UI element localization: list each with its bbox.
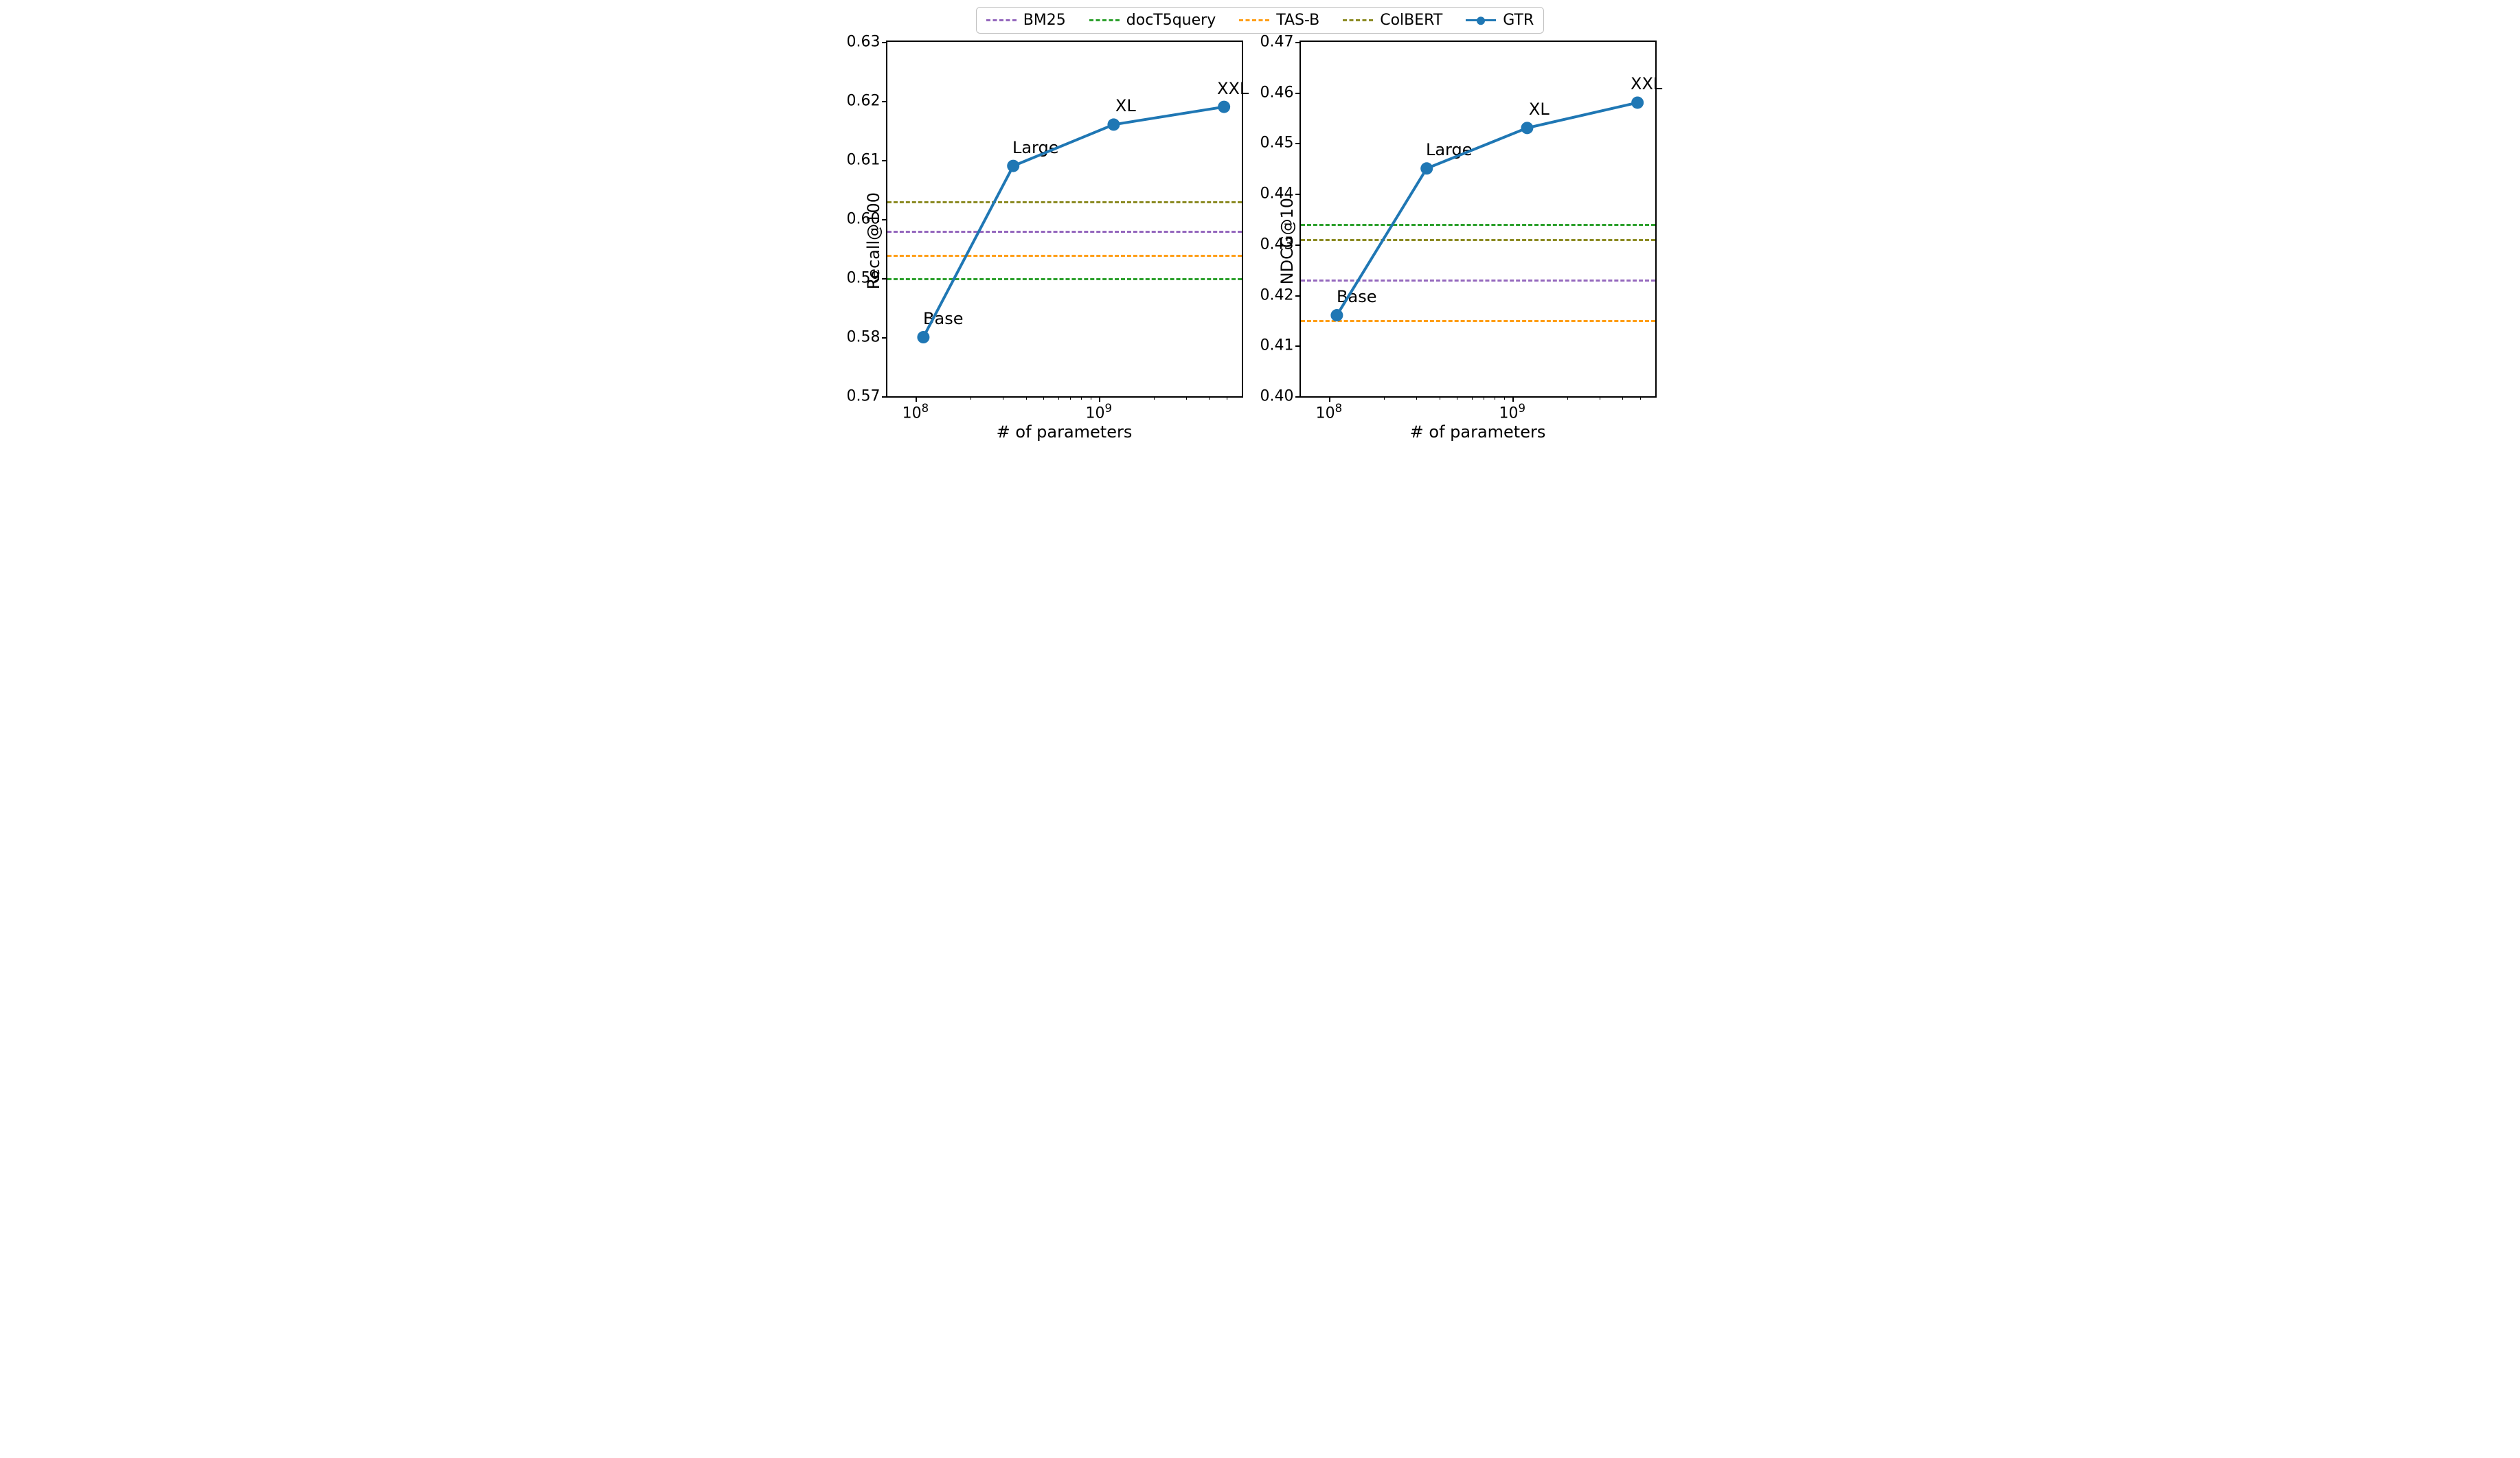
legend-entry: TAS-B bbox=[1239, 12, 1319, 29]
legend-entry: BM25 bbox=[986, 12, 1066, 29]
legend: BM25 docT5query TAS-B ColBERT GTR bbox=[976, 7, 1545, 34]
x-tick-minor bbox=[970, 396, 971, 400]
y-tick-label: 0.43 bbox=[1260, 236, 1294, 253]
y-tick-label: 0.60 bbox=[847, 211, 881, 228]
y-tick bbox=[1295, 42, 1301, 43]
x-tick bbox=[1329, 396, 1330, 402]
y-tick bbox=[882, 219, 887, 220]
x-tick-minor bbox=[1043, 396, 1044, 400]
chart-panel: Recall@1000.570.580.590.600.610.620.6310… bbox=[864, 41, 1243, 442]
legend-label: ColBERT bbox=[1380, 12, 1442, 29]
y-tick-label: 0.57 bbox=[847, 388, 881, 405]
x-tick bbox=[916, 396, 917, 402]
dash-swatch-icon bbox=[1089, 19, 1120, 21]
y-tick bbox=[1295, 345, 1301, 347]
data-point bbox=[1420, 162, 1433, 174]
data-point bbox=[1631, 96, 1644, 109]
x-tick bbox=[1099, 396, 1100, 402]
x-tick-label: 108 bbox=[1316, 402, 1343, 422]
x-tick-label: 108 bbox=[903, 402, 929, 422]
y-tick-label: 0.63 bbox=[847, 34, 881, 51]
legend-entry: ColBERT bbox=[1343, 12, 1442, 29]
y-tick-label: 0.41 bbox=[1260, 337, 1294, 354]
y-tick bbox=[882, 396, 887, 398]
x-tick-label: 109 bbox=[1499, 402, 1526, 422]
y-tick-label: 0.46 bbox=[1260, 84, 1294, 101]
y-tick bbox=[882, 278, 887, 280]
dash-swatch-icon bbox=[1239, 19, 1269, 21]
y-tick bbox=[882, 101, 887, 102]
legend-label: docT5query bbox=[1126, 12, 1216, 29]
data-point bbox=[1330, 309, 1343, 321]
plot-area: 0.570.580.590.600.610.620.63108109BaseLa… bbox=[886, 41, 1243, 398]
y-tick-label: 0.40 bbox=[1260, 388, 1294, 405]
data-point bbox=[917, 331, 929, 343]
x-tick-minor bbox=[1186, 396, 1187, 400]
legend-label: BM25 bbox=[1023, 12, 1066, 29]
series-gtr bbox=[887, 42, 1242, 396]
x-tick-minor bbox=[1154, 396, 1155, 400]
y-tick bbox=[1295, 244, 1301, 246]
x-tick-minor bbox=[1416, 396, 1417, 400]
y-tick-label: 0.42 bbox=[1260, 286, 1294, 304]
y-tick bbox=[1295, 143, 1301, 144]
y-tick-label: 0.62 bbox=[847, 93, 881, 110]
x-axis-label: # of parameters bbox=[1410, 422, 1546, 442]
x-tick-minor bbox=[1622, 396, 1623, 400]
legend-entry: docT5query bbox=[1089, 12, 1216, 29]
data-point bbox=[1218, 101, 1230, 113]
x-tick-minor bbox=[1026, 396, 1027, 400]
data-point bbox=[1007, 160, 1019, 172]
y-tick bbox=[882, 337, 887, 339]
x-tick-minor bbox=[1070, 396, 1071, 400]
x-tick-minor bbox=[1504, 396, 1505, 400]
line-marker-swatch-icon bbox=[1466, 19, 1496, 21]
y-tick bbox=[1295, 93, 1301, 94]
x-tick-minor bbox=[1472, 396, 1473, 400]
y-tick bbox=[882, 42, 887, 43]
y-tick-label: 0.59 bbox=[847, 270, 881, 287]
x-tick-minor bbox=[1209, 396, 1210, 400]
data-point bbox=[1107, 118, 1120, 130]
y-tick bbox=[1295, 194, 1301, 195]
chart-panel: NDCG@100.400.410.420.430.440.450.460.471… bbox=[1278, 41, 1657, 442]
y-tick bbox=[1295, 396, 1301, 398]
y-tick-label: 0.45 bbox=[1260, 135, 1294, 152]
x-tick-minor bbox=[1384, 396, 1385, 400]
plot-area: 0.400.410.420.430.440.450.460.47108109Ba… bbox=[1299, 41, 1657, 398]
y-tick-label: 0.47 bbox=[1260, 34, 1294, 51]
y-tick bbox=[882, 160, 887, 161]
y-tick bbox=[1295, 295, 1301, 297]
y-tick-label: 0.61 bbox=[847, 152, 881, 169]
x-tick-minor bbox=[1058, 396, 1059, 400]
y-tick-label: 0.44 bbox=[1260, 185, 1294, 203]
dash-swatch-icon bbox=[1343, 19, 1373, 21]
series-gtr bbox=[1301, 42, 1655, 396]
x-tick-label: 109 bbox=[1086, 402, 1113, 422]
x-axis-label: # of parameters bbox=[997, 422, 1133, 442]
legend-entry: GTR bbox=[1466, 12, 1534, 29]
legend-label: TAS-B bbox=[1276, 12, 1319, 29]
x-tick-minor bbox=[1640, 396, 1641, 400]
x-tick-minor bbox=[1567, 396, 1568, 400]
legend-label: GTR bbox=[1503, 12, 1534, 29]
x-tick-minor bbox=[1081, 396, 1082, 400]
y-tick-label: 0.58 bbox=[847, 329, 881, 346]
x-tick bbox=[1512, 396, 1514, 402]
dash-swatch-icon bbox=[986, 19, 1017, 21]
data-point bbox=[1521, 122, 1533, 134]
